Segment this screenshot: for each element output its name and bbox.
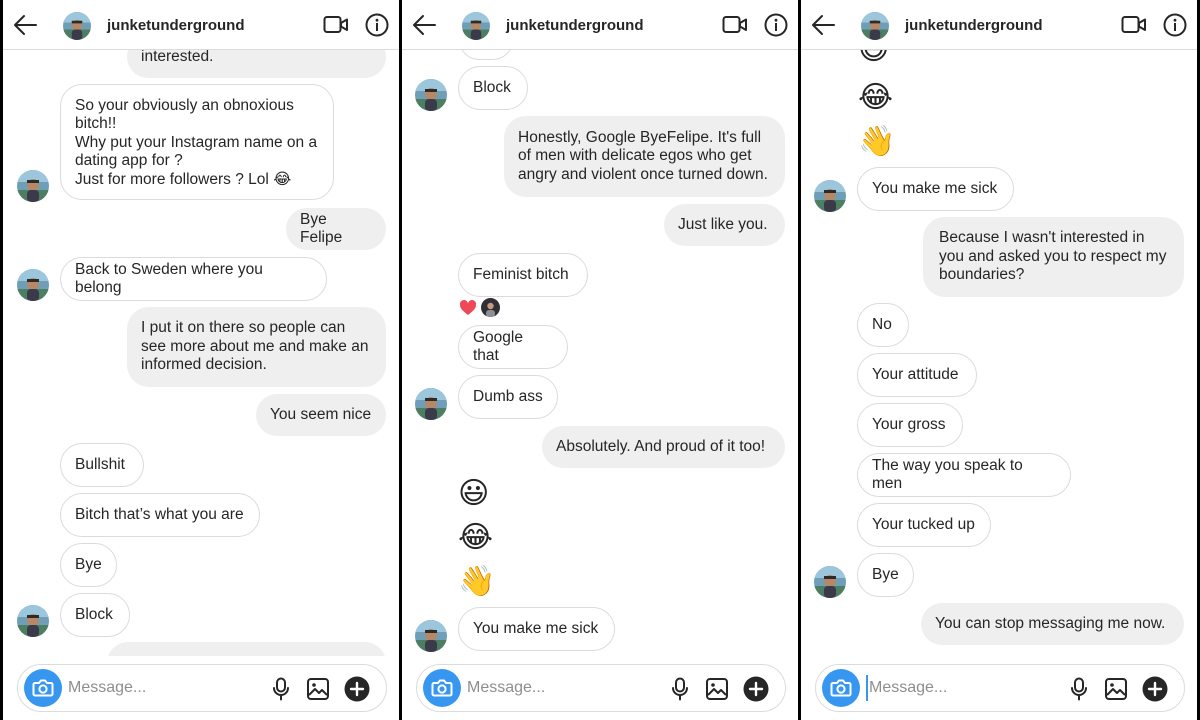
camera-icon[interactable] <box>24 669 62 707</box>
message-bubble-outgoing[interactable]: Bye Felipe <box>286 208 386 250</box>
message-bubble-incoming[interactable]: Block <box>60 593 130 637</box>
contact-avatar[interactable] <box>462 12 490 40</box>
gallery-icon[interactable] <box>306 677 330 701</box>
contact-username[interactable]: junketunderground <box>107 17 245 34</box>
message-input[interactable] <box>467 675 647 701</box>
message-input[interactable] <box>866 675 1046 701</box>
sender-avatar <box>814 180 846 212</box>
message-bubble-incoming[interactable]: Block <box>458 66 528 110</box>
chat-screen-3: junketunderground 😃 😂 👋 You make me sick… <box>801 0 1197 720</box>
message-bubble-outgoing[interactable]: interested. <box>127 50 386 78</box>
info-icon[interactable] <box>764 13 788 37</box>
message-bubble-incoming[interactable]: The way you speak to men <box>857 453 1071 497</box>
gallery-icon[interactable] <box>1104 677 1128 701</box>
message-bubble-incoming[interactable] <box>459 50 513 60</box>
message-bubble-outgoing[interactable]: Because I wasn't interested in you and a… <box>923 217 1184 297</box>
emoji-message[interactable]: 😃 <box>858 50 889 68</box>
composer-bar <box>801 656 1197 720</box>
message-composer <box>416 664 786 712</box>
contact-username[interactable]: junketunderground <box>905 17 1043 34</box>
message-composer <box>17 664 387 712</box>
emoji-message[interactable]: 😃 <box>458 476 489 512</box>
message-bubble-outgoing[interactable]: Absolutely. And proud of it too! <box>542 426 785 468</box>
message-bubble-incoming[interactable]: Your tucked up <box>857 503 991 547</box>
message-bubble-incoming[interactable]: You make me sick <box>458 607 615 651</box>
message-bubble-incoming[interactable]: Bullshit <box>60 443 144 487</box>
microphone-icon[interactable] <box>669 677 691 701</box>
emoji-message[interactable]: 👋 <box>458 564 495 600</box>
sender-avatar <box>17 170 49 202</box>
info-icon[interactable] <box>1163 13 1187 37</box>
message-input[interactable] <box>68 675 248 701</box>
message-bubble-incoming[interactable]: Your gross <box>857 403 963 447</box>
chat-header: junketunderground <box>3 0 399 50</box>
message-bubble-incoming[interactable]: No <box>857 303 909 347</box>
sender-avatar <box>814 566 846 598</box>
back-arrow-icon[interactable] <box>410 10 440 40</box>
message-bubble-incoming[interactable]: Back to Sweden where you belong <box>60 257 327 301</box>
contact-avatar[interactable] <box>861 12 889 40</box>
chat-header: junketunderground <box>801 0 1197 50</box>
heart-reaction-icon <box>459 299 477 317</box>
message-bubble-incoming[interactable]: Google that <box>458 325 568 369</box>
message-bubble-incoming[interactable]: Dumb ass <box>458 375 558 419</box>
emoji-message[interactable]: 😂 <box>458 520 493 556</box>
sender-avatar <box>415 79 447 111</box>
microphone-icon[interactable] <box>1068 677 1090 701</box>
message-thread[interactable]: 😃 😂 👋 You make me sick Because I wasn't … <box>801 50 1197 656</box>
camera-icon[interactable] <box>423 669 461 707</box>
emoji-message[interactable]: 😂 <box>858 80 893 116</box>
message-bubble-incoming[interactable]: Bye <box>60 543 117 587</box>
video-call-icon[interactable] <box>323 13 349 37</box>
microphone-icon[interactable] <box>270 677 292 701</box>
add-icon[interactable] <box>344 676 370 702</box>
message-thread[interactable]: interested. So your obviously an obnoxio… <box>3 50 399 656</box>
back-arrow-icon[interactable] <box>809 10 839 40</box>
contact-username[interactable]: junketunderground <box>506 17 644 34</box>
message-thread[interactable]: Block Honestly, Google ByeFelipe. It's f… <box>402 50 798 656</box>
composer-bar <box>402 656 798 720</box>
reactor-avatar <box>481 298 500 317</box>
message-bubble-incoming[interactable]: So your obviously an obnoxious bitch!! W… <box>60 84 334 200</box>
add-icon[interactable] <box>743 676 769 702</box>
message-bubble-incoming[interactable]: Feminist bitch <box>458 253 588 297</box>
composer-bar <box>3 656 399 720</box>
emoji-message[interactable]: 👋 <box>858 124 895 160</box>
video-call-icon[interactable] <box>722 13 748 37</box>
gallery-icon[interactable] <box>705 677 729 701</box>
message-bubble-outgoing[interactable]: Honestly, Google ByeFelipe. It's full of… <box>504 116 785 197</box>
message-composer <box>815 664 1185 712</box>
sender-avatar <box>17 269 49 301</box>
camera-icon[interactable] <box>822 669 860 707</box>
chat-screen-1: junketunderground interested. So your ob… <box>3 0 399 720</box>
add-icon[interactable] <box>1142 676 1168 702</box>
message-bubble-incoming[interactable]: Bitch that’s what you are <box>60 493 260 537</box>
message-reactions[interactable] <box>459 298 500 317</box>
message-bubble-outgoing[interactable]: Just like you. <box>664 204 785 246</box>
chat-screen-2: junketunderground Block Honestly, Google… <box>402 0 798 720</box>
message-bubble-incoming[interactable]: You make me sick <box>857 167 1014 211</box>
chat-header: junketunderground <box>402 0 798 50</box>
message-bubble-outgoing[interactable]: I put it on there so people can see more… <box>127 307 386 387</box>
back-arrow-icon[interactable] <box>11 10 41 40</box>
info-icon[interactable] <box>365 13 389 37</box>
screenshot-collage: junketunderground interested. So your ob… <box>0 0 1200 720</box>
sender-avatar <box>415 620 447 652</box>
sender-avatar <box>17 605 49 637</box>
video-call-icon[interactable] <box>1121 13 1147 37</box>
sender-avatar <box>415 388 447 420</box>
message-bubble-incoming[interactable]: Bye <box>857 553 914 597</box>
message-bubble-outgoing[interactable]: You seem nice <box>256 394 386 436</box>
message-bubble-outgoing[interactable] <box>107 642 386 656</box>
message-bubble-incoming[interactable]: Your attitude <box>857 353 977 397</box>
message-bubble-outgoing[interactable]: You can stop messaging me now. <box>921 603 1184 645</box>
contact-avatar[interactable] <box>63 12 91 40</box>
